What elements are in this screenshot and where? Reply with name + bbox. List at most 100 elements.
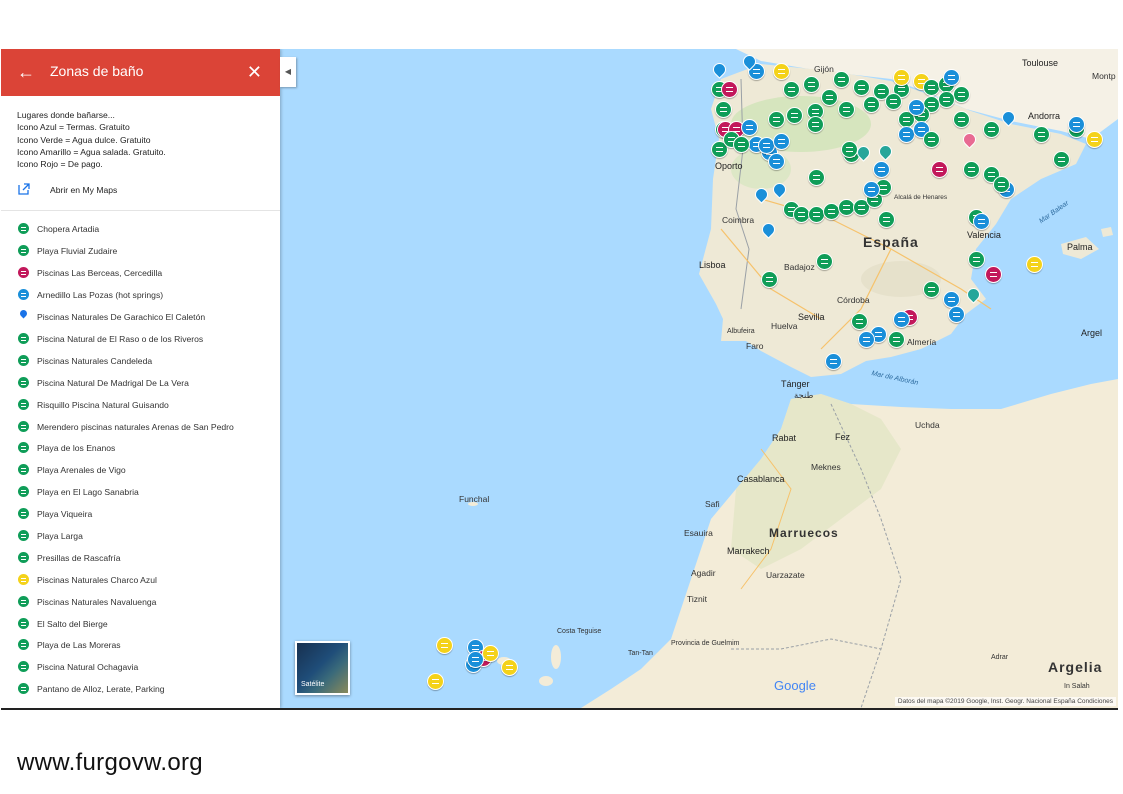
map-marker[interactable] (938, 91, 955, 108)
swimming-icon (18, 595, 29, 607)
map-label-argel: Argel (1081, 328, 1103, 338)
open-in-my-maps-link[interactable]: Abrir en My Maps (1, 178, 280, 204)
collapse-sidebar-button[interactable]: ◀ (280, 57, 296, 87)
map-marker[interactable] (893, 69, 910, 86)
map-marker[interactable] (908, 99, 925, 116)
map-marker[interactable] (1026, 256, 1043, 273)
map-marker[interactable] (943, 69, 960, 86)
map-marker[interactable] (963, 161, 980, 178)
map-label-adrar: Adrar (991, 654, 1009, 661)
map-marker[interactable] (1068, 116, 1085, 133)
list-item[interactable]: Pantano de Alloz, Lerate, Parking (1, 679, 280, 701)
map-marker[interactable] (807, 116, 824, 133)
arrow-left-icon[interactable]: ← (17, 61, 35, 83)
list-item[interactable]: Piscinas Naturales Charco Azul (1, 570, 280, 592)
map-marker[interactable] (893, 311, 910, 328)
list-item-label: Playa Larga (37, 530, 83, 541)
map-marker[interactable] (768, 153, 785, 170)
map-marker[interactable] (931, 161, 948, 178)
map-marker[interactable] (427, 673, 444, 690)
list-item[interactable]: Playa Larga (1, 526, 280, 548)
map-marker[interactable] (786, 107, 803, 124)
list-item[interactable]: Risquillo Piscina Natural Guisando (1, 395, 280, 417)
list-item[interactable]: Piscinas Naturales Navaluenga (1, 592, 280, 614)
map-marker[interactable] (436, 637, 453, 654)
list-item[interactable]: Piscina Natural de El Raso o de los Rive… (1, 329, 280, 351)
close-icon[interactable]: ✕ (247, 61, 262, 83)
map-marker[interactable] (741, 119, 758, 136)
map-marker[interactable] (768, 111, 785, 128)
map-marker[interactable] (953, 111, 970, 128)
map-marker[interactable] (1053, 151, 1070, 168)
list-item[interactable]: Presillas de Rascafría (1, 548, 280, 570)
map-marker[interactable] (773, 63, 790, 80)
list-item-label: Playa de los Enanos (37, 443, 116, 454)
map-marker[interactable] (878, 211, 895, 228)
map-marker[interactable] (761, 271, 778, 288)
map-marker[interactable] (803, 76, 820, 93)
list-item[interactable]: Playa de Las Moreras (1, 635, 280, 657)
map-marker[interactable] (783, 81, 800, 98)
map-marker[interactable] (841, 141, 858, 158)
list-item[interactable]: Chopera Artadia (1, 219, 280, 241)
sidebar-header: ← Zonas de baño ✕ (1, 49, 280, 96)
map-marker[interactable] (923, 131, 940, 148)
map-marker[interactable] (863, 96, 880, 113)
map-marker[interactable] (858, 331, 875, 348)
map-marker[interactable] (968, 251, 985, 268)
swimming-icon (18, 661, 29, 673)
map-marker[interactable] (953, 86, 970, 103)
map-marker[interactable] (948, 306, 965, 323)
map-marker[interactable] (983, 121, 1000, 138)
map-marker[interactable] (821, 89, 838, 106)
map-marker[interactable] (985, 266, 1002, 283)
map-marker[interactable] (733, 136, 750, 153)
map-marker[interactable] (721, 81, 738, 98)
map-marker[interactable] (1033, 126, 1050, 143)
swimming-icon (18, 529, 29, 541)
map-marker[interactable] (816, 253, 833, 270)
list-item[interactable]: Piscina Natural De Madrigal De La Vera (1, 373, 280, 395)
list-item[interactable]: Piscinas Las Berceas, Cercedilla (1, 263, 280, 285)
list-item[interactable]: Piscinas Naturales De Garachico El Calet… (1, 307, 280, 329)
list-item[interactable]: Piscinas Naturales Candeleda (1, 351, 280, 373)
map-marker[interactable] (773, 133, 790, 150)
map-marker[interactable] (993, 176, 1010, 193)
map-marker[interactable] (851, 313, 868, 330)
satellite-toggle[interactable]: Satélite (295, 641, 350, 695)
list-item[interactable]: Playa Viqueira (1, 504, 280, 526)
map-marker[interactable] (853, 79, 870, 96)
sidebar-title: Zonas de baño (50, 63, 144, 79)
map-attribution[interactable]: Datos del mapa ©2019 Google, Inst. Geogr… (894, 697, 1116, 706)
satellite-label: Satélite (301, 681, 325, 688)
map-marker[interactable] (863, 181, 880, 198)
map-marker[interactable] (715, 101, 732, 118)
list-item[interactable]: Piscina Natural Ochagavia (1, 657, 280, 679)
map-marker[interactable] (838, 101, 855, 118)
map-label-almeria: Almería (907, 337, 937, 347)
map-marker[interactable] (923, 281, 940, 298)
map-marker[interactable] (873, 161, 890, 178)
map-marker[interactable] (482, 645, 499, 662)
map-marker[interactable] (888, 331, 905, 348)
map-marker[interactable] (808, 169, 825, 186)
swimming-icon (18, 573, 29, 585)
list-item[interactable]: Merendero piscinas naturales Arenas de S… (1, 417, 280, 439)
map-marker[interactable] (1086, 131, 1103, 148)
map-marker[interactable] (885, 93, 902, 110)
list-item[interactable]: Playa de los Enanos (1, 438, 280, 460)
map-marker[interactable] (825, 353, 842, 370)
map-marker[interactable] (973, 213, 990, 230)
list-item-label: Playa Fluvial Zudaire (37, 246, 118, 257)
list-item[interactable]: El Salto del Bierge (1, 614, 280, 636)
list-item[interactable]: Playa Fluvial Zudaire (1, 241, 280, 263)
map-label-valencia: Valencia (967, 230, 1001, 240)
list-item[interactable]: Playa en El Lago Sanabria (1, 482, 280, 504)
list-item[interactable]: Arnedillo Las Pozas (hot springs) (1, 285, 280, 307)
map-marker[interactable] (501, 659, 518, 676)
map-marker[interactable] (467, 651, 484, 668)
map-marker[interactable] (833, 71, 850, 88)
map-label-badajoz: Badajoz (784, 262, 815, 272)
map-label-ouarzazate: Uarzazate (766, 570, 805, 580)
list-item[interactable]: Playa Arenales de Vigo (1, 460, 280, 482)
